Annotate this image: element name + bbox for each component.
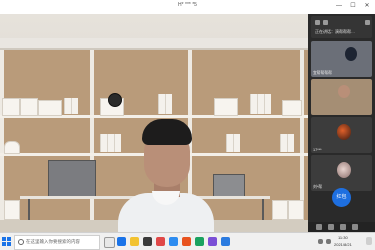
participant-name: 17***: [313, 148, 322, 152]
book: [280, 134, 287, 152]
network-icon[interactable]: [318, 239, 323, 244]
shelf-post: [300, 50, 304, 220]
participant-tile[interactable]: 宜帮帮帮帮: [311, 41, 372, 77]
chat-icon[interactable]: [352, 224, 358, 230]
shelf-post: [0, 50, 4, 220]
list-view-icon[interactable]: [323, 20, 328, 25]
start-button[interactable]: [2, 237, 11, 246]
participant-avatar: [337, 162, 351, 178]
participant-tile[interactable]: 刘*帮: [311, 155, 372, 191]
book: [257, 94, 264, 114]
participant-tile[interactable]: [311, 79, 372, 115]
storage-box: [288, 200, 304, 220]
taskbar-search-box[interactable]: 在这里输入你要搜索的内容: [14, 235, 100, 250]
current-speaker-label: 正在讲话：演帮帮帮…: [315, 29, 355, 34]
title-bar: H* *** *5 — ☐ ✕: [0, 0, 375, 14]
storage-box: [20, 98, 38, 116]
participant-name: 宜帮帮帮帮: [313, 71, 332, 75]
store-icon[interactable]: [143, 237, 152, 246]
red-envelope-button[interactable]: 红包: [332, 188, 351, 207]
search-icon: [18, 239, 24, 245]
storage-box: [4, 200, 20, 220]
wall-clock: [108, 93, 122, 107]
windows-taskbar: 在这里输入你要搜索的内容 11:30 2021/8/21: [0, 232, 375, 250]
app-icon-purple[interactable]: [208, 237, 217, 246]
book: [64, 98, 71, 114]
meeting-app-icon[interactable]: [221, 237, 230, 246]
participant-name: 刘*帮: [313, 185, 323, 189]
app-icon-blue[interactable]: [169, 237, 178, 246]
close-button[interactable]: ✕: [361, 1, 373, 12]
video-meeting-window: H* *** *5 — ☐ ✕ 正在讲话：演帮帮帮… 宜帮帮帮帮 17*** 刘…: [0, 0, 375, 250]
participant-sidebar: 正在讲话：演帮帮帮… 宜帮帮帮帮 17*** 刘*帮 红包: [308, 14, 375, 232]
app-icon-green[interactable]: [195, 237, 204, 246]
book: [71, 98, 78, 114]
storage-box: [272, 200, 288, 220]
desk-leg: [28, 199, 30, 221]
task-view-icon[interactable]: [104, 237, 115, 248]
share-icon[interactable]: [340, 224, 346, 230]
clock-time[interactable]: 11:30: [338, 235, 348, 240]
book: [158, 94, 165, 114]
book: [165, 94, 172, 114]
participant-avatar: [338, 85, 350, 98]
search-placeholder: 在这里输入你要搜索的内容: [26, 239, 80, 244]
speaker-person: [100, 119, 230, 232]
app-icon-orange[interactable]: [182, 237, 191, 246]
notification-icon[interactable]: [366, 237, 372, 245]
camera-icon[interactable]: [328, 224, 334, 230]
maximize-button[interactable]: ☐: [347, 1, 359, 12]
minimize-button[interactable]: —: [333, 1, 345, 12]
main-speaker-video[interactable]: [0, 14, 308, 232]
app-icon-red[interactable]: [156, 237, 165, 246]
book: [287, 134, 294, 152]
storage-box: [38, 100, 62, 116]
file-explorer-icon[interactable]: [130, 237, 139, 246]
grid-view-icon[interactable]: [315, 20, 320, 25]
participant-avatar: [345, 47, 357, 61]
participant-avatar: [337, 124, 351, 140]
participant-tile[interactable]: 17***: [311, 117, 372, 153]
storage-box: [214, 98, 238, 116]
storage-box: [282, 100, 302, 116]
sidebar-header: 正在讲话：演帮帮帮…: [311, 16, 372, 38]
clock-date[interactable]: 2021/8/21: [334, 242, 352, 247]
speaker-hair: [142, 119, 192, 145]
desk-monitor: [48, 160, 96, 198]
book: [233, 134, 240, 152]
sidebar-toolbar: [308, 222, 375, 232]
book: [264, 94, 271, 114]
edge-browser-icon[interactable]: [117, 237, 126, 246]
book: [250, 94, 257, 114]
more-icon[interactable]: [365, 20, 370, 25]
desk-leg: [262, 199, 264, 221]
volume-icon[interactable]: [326, 239, 331, 244]
microphone-icon[interactable]: [316, 224, 322, 230]
window-title: H* *** *5: [178, 2, 197, 8]
ceiling-beam: [0, 38, 308, 48]
vase: [4, 141, 20, 154]
storage-box: [2, 98, 20, 116]
